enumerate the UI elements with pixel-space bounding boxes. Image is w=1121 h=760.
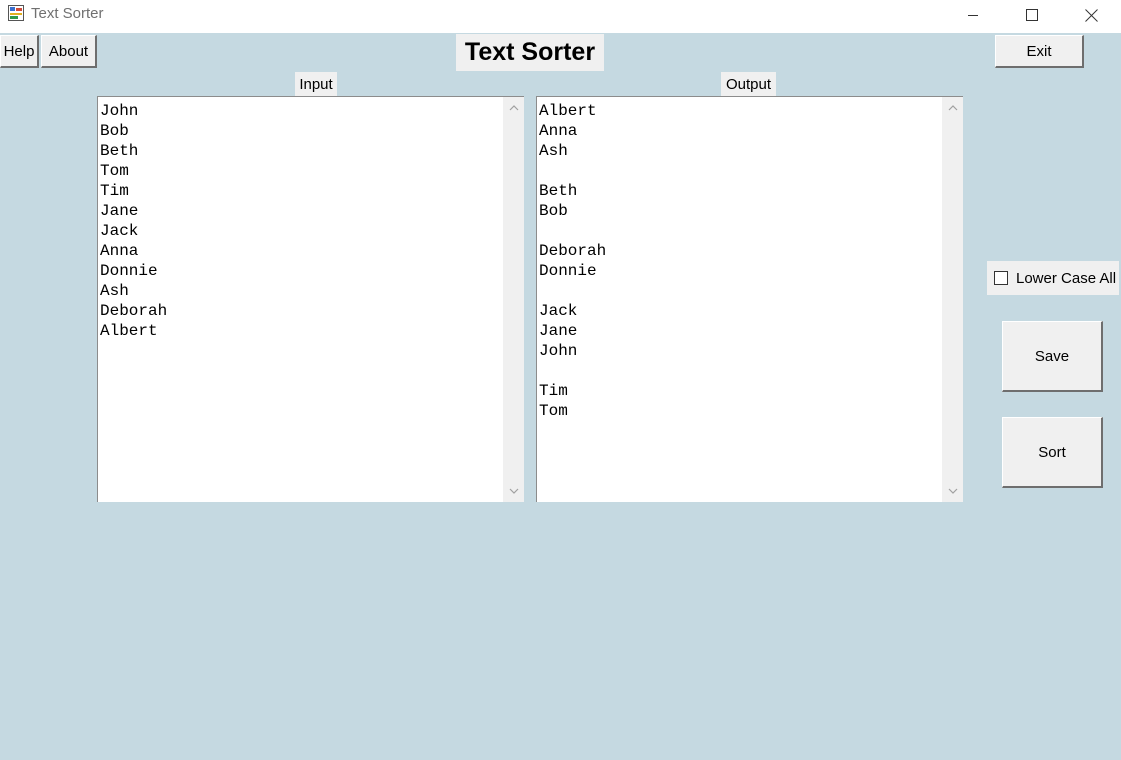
close-icon — [1084, 8, 1098, 22]
chevron-up-icon — [509, 105, 518, 111]
output-scroll-up-button[interactable] — [942, 98, 963, 118]
lower-case-all-label: Lower Case All — [1016, 269, 1117, 287]
input-label: Input — [295, 72, 337, 96]
app-heading: Text Sorter — [456, 34, 604, 71]
about-button[interactable]: About — [41, 35, 97, 68]
output-scrollbar[interactable] — [942, 97, 963, 502]
lower-case-all-option[interactable]: Lower Case All — [987, 261, 1119, 295]
chevron-down-icon — [948, 488, 957, 494]
input-scroll-up-button[interactable] — [503, 98, 524, 118]
close-button[interactable] — [1068, 0, 1114, 30]
lower-case-all-checkbox[interactable] — [994, 271, 1008, 285]
output-scroll-down-button[interactable] — [942, 481, 963, 501]
minimize-button[interactable] — [950, 0, 996, 30]
title-bar: Text Sorter — [0, 0, 1121, 33]
input-textbox[interactable]: John Bob Beth Tom Tim Jane Jack Anna Don… — [97, 96, 524, 502]
input-text[interactable]: John Bob Beth Tom Tim Jane Jack Anna Don… — [100, 101, 500, 341]
output-text[interactable]: Albert Anna Ash Beth Bob Deborah Donnie … — [539, 101, 939, 421]
window-title: Text Sorter — [31, 5, 104, 22]
minimize-icon — [968, 15, 978, 16]
input-scrollbar[interactable] — [503, 97, 524, 502]
exit-button[interactable]: Exit — [995, 35, 1084, 68]
output-label: Output — [721, 72, 776, 96]
app-icon — [8, 5, 24, 21]
chevron-down-icon — [509, 488, 518, 494]
chevron-up-icon — [948, 105, 957, 111]
output-textbox[interactable]: Albert Anna Ash Beth Bob Deborah Donnie … — [536, 96, 963, 502]
save-button[interactable]: Save — [1002, 321, 1103, 392]
sort-button[interactable]: Sort — [1002, 417, 1103, 488]
maximize-button[interactable] — [1009, 0, 1055, 30]
input-scroll-down-button[interactable] — [503, 481, 524, 501]
help-button[interactable]: Help — [0, 35, 39, 68]
maximize-icon — [1026, 9, 1038, 21]
